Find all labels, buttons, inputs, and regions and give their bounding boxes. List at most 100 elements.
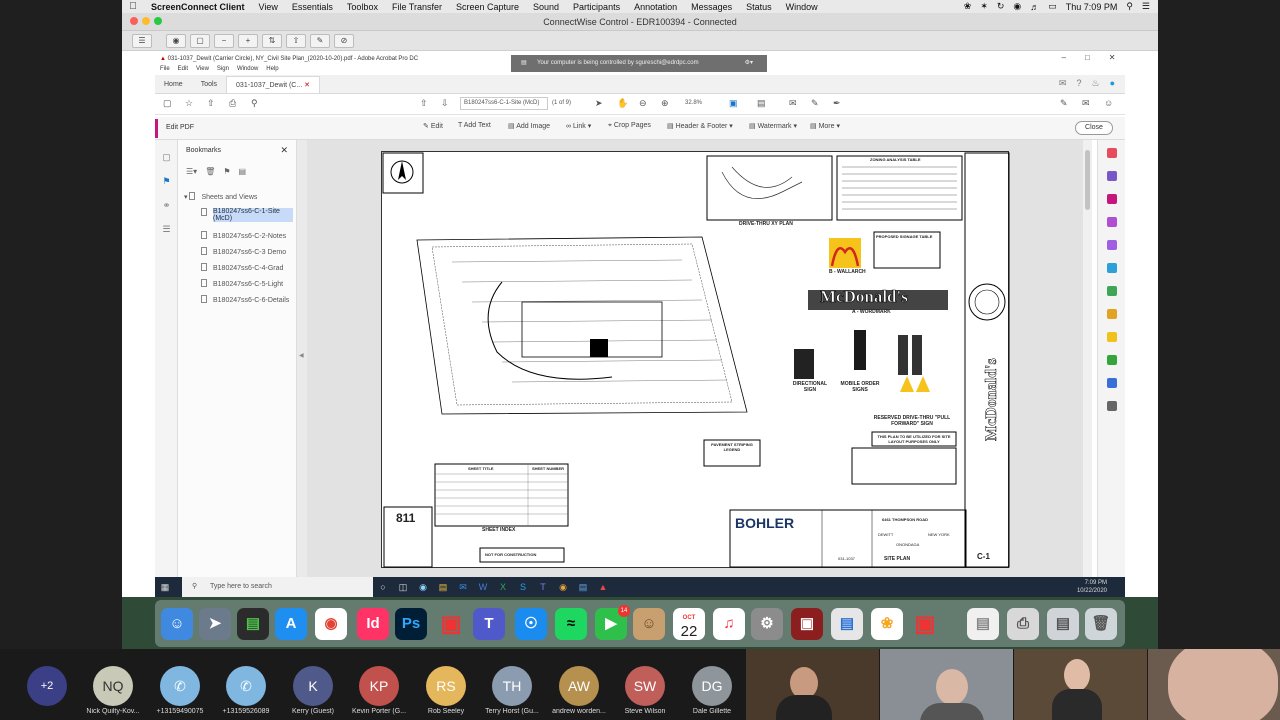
settings-icon[interactable]: ⚙▾ bbox=[745, 55, 753, 72]
spotlight-icon[interactable]: ⚲ bbox=[1126, 1, 1133, 12]
organize-pages-icon[interactable] bbox=[1107, 286, 1117, 296]
scroll-mode-icon[interactable]: ▤ bbox=[757, 98, 766, 109]
fit-page-icon[interactable]: ▣ bbox=[729, 98, 738, 109]
bookmark-item[interactable]: B180247ss6-C-5-Light bbox=[201, 279, 283, 288]
battery-icon[interactable]: ▭ bbox=[1048, 1, 1057, 12]
bluetooth-icon[interactable]: ✶ bbox=[980, 1, 988, 12]
excel-icon[interactable]: X bbox=[493, 577, 513, 597]
scan-icon[interactable] bbox=[1107, 263, 1117, 273]
attachments-icon[interactable]: ⚭ bbox=[161, 200, 172, 211]
screenconnect-dock-icon-2[interactable]: ▣ bbox=[909, 608, 941, 640]
facetime-icon[interactable]: ▶ 14 bbox=[595, 605, 630, 640]
volume-icon[interactable]: ♬ bbox=[1030, 2, 1039, 12]
print-icon[interactable]: ⎙ bbox=[229, 98, 236, 109]
protect-icon[interactable] bbox=[1107, 378, 1117, 388]
upload-icon[interactable]: ⇧ bbox=[207, 98, 215, 109]
skype-icon[interactable]: S bbox=[513, 577, 533, 597]
pdf-page[interactable]: DRIVE-THRU XY PLAN ZONING ANALYSIS TABLE… bbox=[381, 151, 1010, 568]
zoom-in-doc-icon[interactable]: ⊕ bbox=[661, 98, 669, 109]
bookmark-item[interactable]: B180247ss6-C-4-Grad bbox=[201, 263, 283, 272]
participant-video[interactable] bbox=[880, 649, 1013, 720]
windows-start-icon[interactable]: ▦ bbox=[155, 577, 175, 597]
edge-icon[interactable]: ◉ bbox=[413, 577, 433, 597]
menu-messages[interactable]: Messages bbox=[684, 2, 739, 12]
create-pdf-icon[interactable] bbox=[1107, 148, 1117, 158]
screenconnect-icon[interactable]: ▤ bbox=[573, 577, 593, 597]
zoom-in-icon[interactable]: + bbox=[238, 33, 258, 48]
file-transfer-icon[interactable]: ⇅ bbox=[262, 33, 282, 48]
layers-icon[interactable]: ☰ bbox=[161, 224, 172, 235]
music-icon[interactable]: ♫ bbox=[713, 608, 745, 640]
search-icon[interactable]: ⚲ bbox=[251, 98, 258, 109]
send-file-icon[interactable]: ⇧ bbox=[286, 33, 306, 48]
zoom-out-doc-icon[interactable]: ⊖ bbox=[639, 98, 647, 109]
delete-icon[interactable]: 🗑 bbox=[205, 167, 215, 176]
system-preferences-icon[interactable]: ⚙ bbox=[751, 608, 783, 640]
send-comments-icon[interactable] bbox=[1107, 332, 1117, 342]
maximize-icon[interactable]: □ bbox=[1085, 53, 1090, 65]
extensions-icon[interactable]: ❀ bbox=[964, 1, 972, 12]
header-footer-button[interactable]: ▤ Header & Footer ▾ bbox=[667, 122, 733, 130]
fill-sign-icon[interactable]: ✎ bbox=[1060, 98, 1068, 109]
add-image-button[interactable]: ▤ Add Image bbox=[508, 122, 550, 130]
participant-video[interactable] bbox=[1148, 649, 1280, 720]
bookmark-item[interactable]: B180247ss6-C-6-Details bbox=[201, 295, 289, 304]
menu-annotation[interactable]: Annotation bbox=[627, 2, 684, 12]
document-icon[interactable]: ▤ bbox=[967, 608, 999, 640]
acrobat-menu-file[interactable]: File bbox=[160, 66, 170, 75]
zoom-level[interactable]: 32.8% bbox=[685, 100, 702, 106]
fill-sign-tool-icon[interactable] bbox=[1107, 309, 1117, 319]
sign-icon[interactable]: ✒ bbox=[833, 98, 841, 109]
acrobat-menu-help[interactable]: Help bbox=[266, 66, 278, 75]
minimize-icon[interactable]: – bbox=[1062, 53, 1066, 65]
cortana-icon[interactable]: ○ bbox=[373, 577, 393, 597]
menu-sound[interactable]: Sound bbox=[526, 2, 566, 12]
collapse-panel-icon[interactable]: ◀ bbox=[299, 352, 304, 359]
acrobat-menu-sign[interactable]: Sign bbox=[217, 66, 229, 75]
tab-close-icon[interactable]: ✕ bbox=[304, 82, 310, 89]
chrome-icon[interactable]: ◉ bbox=[553, 577, 573, 597]
blank-screen-icon[interactable]: ⊘ bbox=[334, 33, 354, 48]
explorer-icon[interactable]: ▤ bbox=[433, 577, 453, 597]
spotify-icon[interactable]: ≈ bbox=[555, 608, 587, 640]
photos-icon[interactable]: ❀ bbox=[871, 608, 903, 640]
indesign-icon[interactable]: Id bbox=[357, 608, 389, 640]
app-store-icon[interactable]: A bbox=[275, 608, 307, 640]
zoom-window-icon[interactable] bbox=[154, 17, 162, 25]
comment-icon[interactable]: ✉ bbox=[789, 98, 797, 109]
contacts-icon[interactable]: ☺ bbox=[633, 608, 665, 640]
bookmark-options-icon[interactable]: ☰▾ bbox=[186, 167, 197, 176]
acrobat-menu-window[interactable]: Window bbox=[237, 66, 258, 75]
tab-home[interactable]: Home bbox=[155, 76, 192, 93]
photo-booth-icon[interactable]: ▣ bbox=[791, 608, 823, 640]
chrome-dock-icon[interactable]: ◉ bbox=[315, 608, 347, 640]
taskbar-search[interactable]: ⚲ Type here to search bbox=[182, 577, 373, 597]
launchpad-icon[interactable]: ➤ bbox=[199, 608, 231, 640]
link-button[interactable]: ∞ Link ▾ bbox=[566, 122, 591, 130]
downloads-icon[interactable]: ▤ bbox=[1047, 608, 1079, 640]
edit-tool-button[interactable]: ✎ Edit bbox=[423, 122, 443, 130]
expand-bookmark-icon[interactable]: ▤ bbox=[239, 167, 247, 176]
help-icon[interactable]: ? bbox=[1076, 78, 1081, 89]
save-icon[interactable]: ▢ bbox=[163, 98, 172, 109]
acrobat-taskbar-icon[interactable]: ▲ bbox=[593, 577, 613, 597]
outlook-icon[interactable]: ✉ bbox=[453, 577, 473, 597]
compare-icon[interactable] bbox=[1107, 355, 1117, 365]
share-user-icon[interactable]: ☺ bbox=[1104, 98, 1113, 108]
participant-video[interactable] bbox=[1014, 649, 1147, 720]
menu-screen-capture[interactable]: Screen Capture bbox=[449, 2, 526, 12]
watermark-button[interactable]: ▤ Watermark ▾ bbox=[749, 122, 797, 130]
task-view-icon[interactable]: ◫ bbox=[393, 577, 413, 597]
close-icon[interactable]: ✕ bbox=[1109, 53, 1116, 65]
menu-participants[interactable]: Participants bbox=[566, 2, 627, 12]
bookmark-root[interactable]: ▾ Sheets and Views bbox=[184, 192, 257, 201]
menu-toolbox[interactable]: Toolbox bbox=[340, 2, 385, 12]
menu-essentials[interactable]: Essentials bbox=[285, 2, 340, 12]
tab-tools[interactable]: Tools bbox=[192, 76, 226, 93]
next-page-icon[interactable]: ⇩ bbox=[441, 98, 449, 109]
chat-icon[interactable]: ✉ bbox=[1059, 78, 1067, 89]
bookmark-star-icon[interactable]: ☆ bbox=[185, 98, 193, 109]
menu-view[interactable]: View bbox=[252, 2, 285, 12]
hand-tool-icon[interactable]: ✋ bbox=[617, 98, 628, 109]
participant-video[interactable] bbox=[746, 649, 879, 720]
